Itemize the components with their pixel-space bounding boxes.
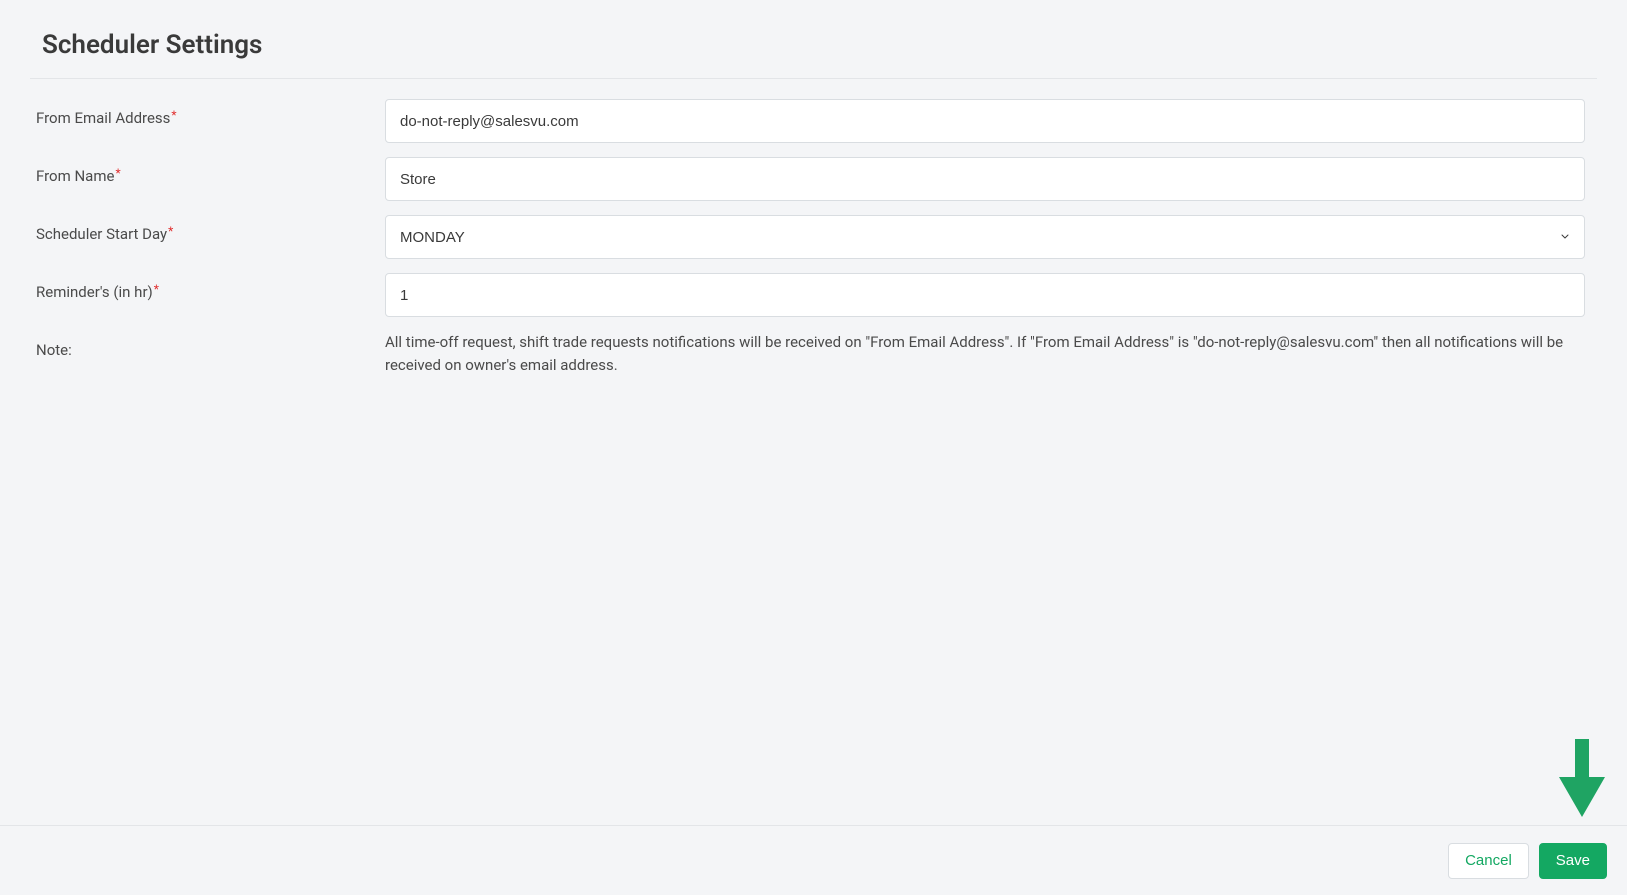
note-row: Note: All time-off request, shift trade … bbox=[30, 331, 1585, 376]
reminders-label: Reminder's (in hr)* bbox=[30, 273, 385, 301]
from-email-row: From Email Address* bbox=[30, 99, 1585, 143]
start-day-label: Scheduler Start Day* bbox=[30, 215, 385, 243]
note-text: All time-off request, shift trade reques… bbox=[385, 331, 1585, 376]
from-name-row: From Name* bbox=[30, 157, 1585, 201]
required-asterisk: * bbox=[154, 282, 159, 296]
from-email-label-text: From Email Address bbox=[36, 109, 170, 127]
annotation-arrow-icon bbox=[1557, 739, 1607, 823]
reminders-label-text: Reminder's (in hr) bbox=[36, 283, 153, 301]
required-asterisk: * bbox=[168, 224, 173, 238]
cancel-button[interactable]: Cancel bbox=[1448, 843, 1529, 879]
footer-bar: Cancel Save bbox=[0, 825, 1627, 895]
required-asterisk: * bbox=[115, 166, 120, 180]
from-email-input[interactable] bbox=[385, 99, 1585, 143]
page-title: Scheduler Settings bbox=[30, 30, 1597, 79]
from-email-label: From Email Address* bbox=[30, 99, 385, 127]
scheduler-settings-form: From Email Address* From Name* Scheduler… bbox=[30, 79, 1597, 376]
required-asterisk: * bbox=[171, 108, 176, 122]
start-day-label-text: Scheduler Start Day bbox=[36, 225, 167, 243]
note-label-text: Note: bbox=[36, 341, 72, 359]
from-name-label-text: From Name bbox=[36, 167, 114, 185]
from-name-label: From Name* bbox=[30, 157, 385, 185]
save-button[interactable]: Save bbox=[1539, 843, 1607, 879]
from-name-input[interactable] bbox=[385, 157, 1585, 201]
note-label: Note: bbox=[30, 331, 385, 359]
reminders-input[interactable] bbox=[385, 273, 1585, 317]
start-day-row: Scheduler Start Day* MONDAY bbox=[30, 215, 1585, 259]
reminders-row: Reminder's (in hr)* bbox=[30, 273, 1585, 317]
start-day-select[interactable]: MONDAY bbox=[385, 215, 1585, 259]
